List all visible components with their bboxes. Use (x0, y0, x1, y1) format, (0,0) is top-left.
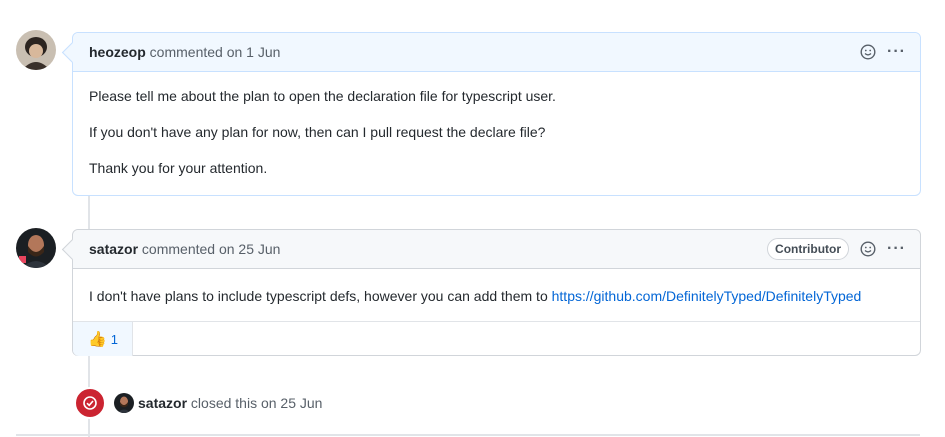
comment-body: Please tell me about the plan to open th… (73, 72, 920, 190)
smiley-icon[interactable] (859, 240, 877, 258)
comment-meta[interactable]: commented on 25 Jun (142, 241, 281, 257)
avatar-satazor[interactable] (16, 228, 56, 268)
comment-header: satazor commented on 25 Jun Contributor … (73, 230, 920, 269)
avatar-satazor-small[interactable] (114, 393, 134, 413)
comment-satazor: satazor commented on 25 Jun Contributor … (61, 229, 921, 356)
reactions-bar: 👍 1 (73, 321, 920, 356)
comment-author[interactable]: heozeop (89, 44, 146, 60)
closed-event: satazor closed this on 25 Jun (74, 387, 322, 419)
comment-paragraph: If you don't have any plan for now, then… (89, 124, 546, 140)
smiley-icon[interactable] (859, 43, 877, 61)
comment-header: heozeop commented on 1 Jun ··· (73, 33, 920, 72)
comment-body: I don't have plans to include typescript… (73, 269, 920, 321)
contributor-badge: Contributor (767, 238, 850, 260)
comment-paragraph: Thank you for your attention. (89, 160, 268, 176)
thumbs-up-icon: 👍 (88, 331, 107, 348)
comment-text: I don't have plans to include typescript… (89, 288, 552, 304)
avatar-heozeop[interactable] (16, 30, 56, 70)
event-text: closed this on 25 Jun (190, 395, 323, 411)
comment-heozeop: heozeop commented on 1 Jun ··· Please te… (61, 32, 921, 196)
event-actor[interactable]: satazor (138, 395, 187, 411)
comment-meta[interactable]: commented on 1 Jun (150, 44, 281, 60)
kebab-menu-icon[interactable]: ··· (887, 44, 906, 60)
timeline-divider (16, 434, 920, 436)
definitelytyped-link[interactable]: https://github.com/DefinitelyTyped/Defin… (552, 288, 862, 304)
kebab-menu-icon[interactable]: ··· (887, 241, 906, 257)
comment-paragraph: Please tell me about the plan to open th… (89, 88, 556, 104)
comment-author[interactable]: satazor (89, 241, 138, 257)
thumbs-up-reaction-button[interactable]: 👍 1 (73, 322, 133, 356)
reaction-count: 1 (110, 331, 118, 347)
closed-issue-icon (74, 387, 106, 419)
